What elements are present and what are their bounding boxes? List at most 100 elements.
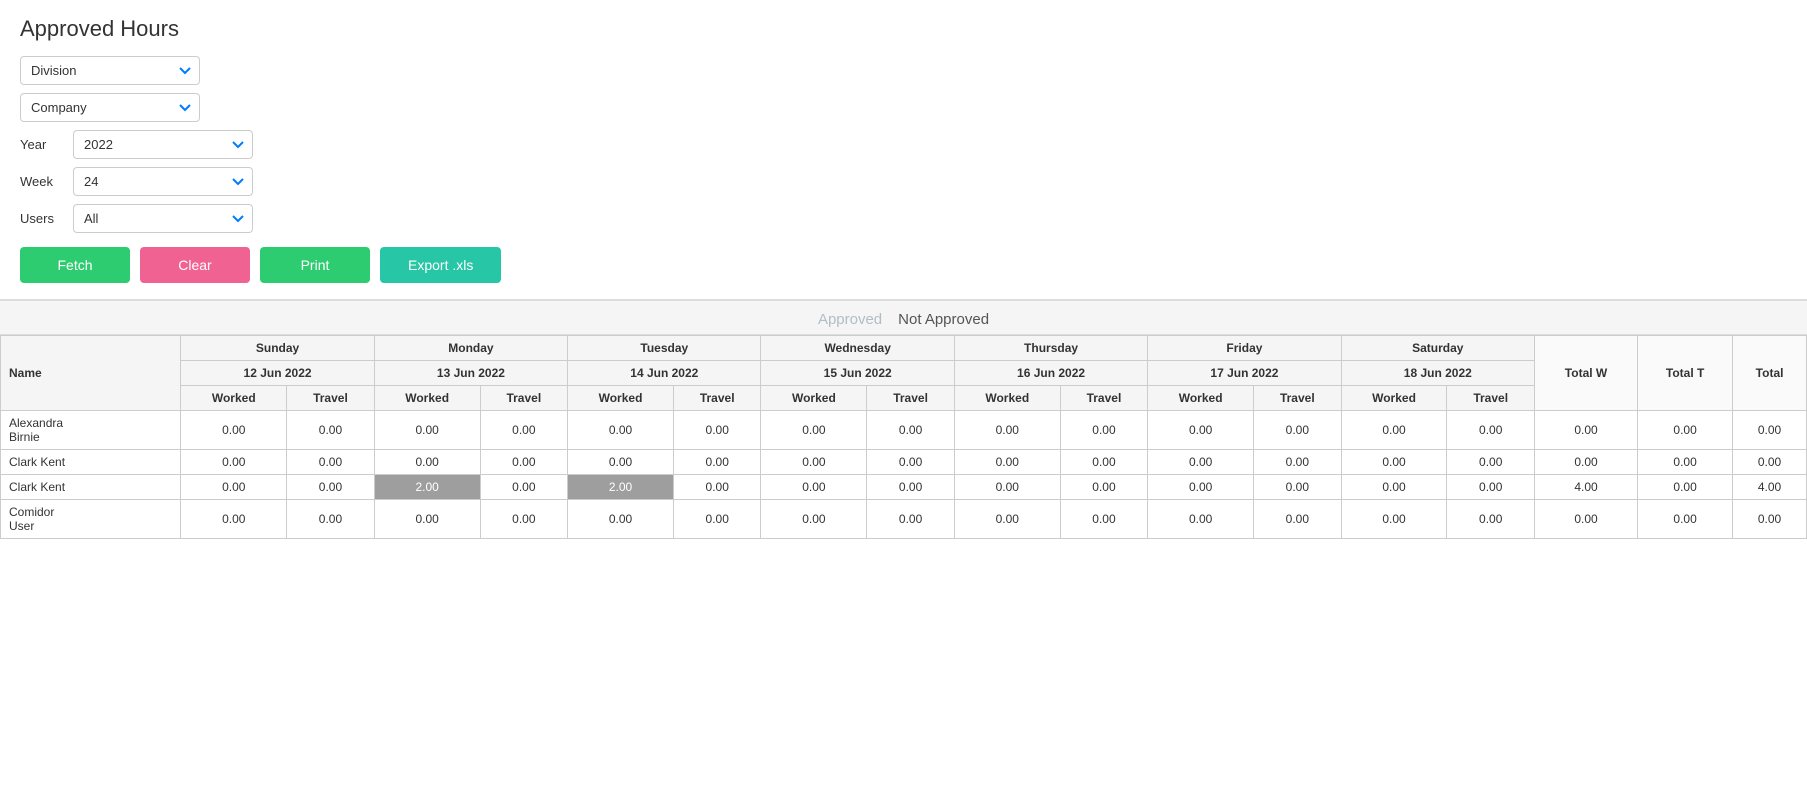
sat-worked: Worked	[1341, 386, 1447, 411]
value-cell: 0.00	[1341, 500, 1447, 539]
week-filter-group: Week 24	[20, 167, 1787, 196]
value-cell: 2.00	[568, 475, 674, 500]
week-select[interactable]: 24	[73, 167, 253, 196]
export-button[interactable]: Export .xls	[380, 247, 501, 283]
year-select[interactable]: 2022	[73, 130, 253, 159]
value-cell: 0.00	[1254, 475, 1342, 500]
total-cell: 0.00	[1638, 411, 1733, 450]
total-cell: 0.00	[1733, 500, 1807, 539]
thursday-header: Thursday	[954, 336, 1147, 361]
value-cell: 0.00	[181, 500, 287, 539]
fri-worked: Worked	[1148, 386, 1254, 411]
value-cell: 0.00	[761, 450, 867, 475]
page-title: Approved Hours	[20, 16, 1787, 42]
wed-date: 15 Jun 2022	[761, 361, 954, 386]
value-cell: 0.00	[867, 450, 955, 475]
value-cell: 0.00	[1060, 500, 1148, 539]
name-cell: Comidor User	[1, 500, 181, 539]
fetch-button[interactable]: Fetch	[20, 247, 130, 283]
value-cell: 0.00	[1148, 475, 1254, 500]
value-cell: 0.00	[1254, 411, 1342, 450]
division-select[interactable]: Division	[20, 56, 200, 85]
value-cell: 0.00	[480, 411, 568, 450]
wed-worked: Worked	[761, 386, 867, 411]
value-cell: 0.00	[1447, 475, 1535, 500]
name-cell: Clark Kent	[1, 450, 181, 475]
name-cell: Alexandra Birnie	[1, 411, 181, 450]
wednesday-header: Wednesday	[761, 336, 954, 361]
tue-worked: Worked	[568, 386, 674, 411]
value-cell: 0.00	[181, 411, 287, 450]
value-cell: 0.00	[181, 475, 287, 500]
value-cell: 0.00	[181, 450, 287, 475]
year-label: Year	[20, 137, 65, 152]
filters-row: Division Company Year 2022 Week 24	[20, 56, 1787, 233]
sun-travel: Travel	[287, 386, 375, 411]
sat-travel: Travel	[1447, 386, 1535, 411]
value-cell: 2.00	[374, 475, 480, 500]
total-cell: 0.00	[1638, 450, 1733, 475]
sat-date: 18 Jun 2022	[1341, 361, 1534, 386]
value-cell: 0.00	[954, 475, 1060, 500]
value-cell: 0.00	[867, 475, 955, 500]
tue-date: 14 Jun 2022	[568, 361, 761, 386]
monday-header: Monday	[374, 336, 567, 361]
value-cell: 0.00	[673, 500, 761, 539]
value-cell: 0.00	[1341, 411, 1447, 450]
sun-date: 12 Jun 2022	[181, 361, 374, 386]
value-cell: 0.00	[1148, 411, 1254, 450]
page-container: Approved Hours Division Company Year 202…	[0, 0, 1807, 800]
table-row: Clark Kent0.000.000.000.000.000.000.000.…	[1, 450, 1807, 475]
name-cell: Clark Kent	[1, 475, 181, 500]
value-cell: 0.00	[1060, 475, 1148, 500]
value-cell: 0.00	[287, 411, 375, 450]
value-cell: 0.00	[287, 475, 375, 500]
value-cell: 0.00	[1341, 475, 1447, 500]
value-cell: 0.00	[568, 500, 674, 539]
mon-worked: Worked	[374, 386, 480, 411]
value-cell: 0.00	[867, 500, 955, 539]
mon-travel: Travel	[480, 386, 568, 411]
value-cell: 0.00	[954, 450, 1060, 475]
value-cell: 0.00	[568, 411, 674, 450]
value-cell: 0.00	[1254, 450, 1342, 475]
fri-date: 17 Jun 2022	[1148, 361, 1341, 386]
fri-travel: Travel	[1254, 386, 1342, 411]
table-body: Alexandra Birnie0.000.000.000.000.000.00…	[1, 411, 1807, 539]
users-select[interactable]: All	[73, 204, 253, 233]
value-cell: 0.00	[480, 500, 568, 539]
company-filter-group: Company	[20, 93, 1787, 122]
tue-travel: Travel	[673, 386, 761, 411]
total-w-header: Total W	[1534, 336, 1637, 411]
total-cell: 4.00	[1534, 475, 1637, 500]
value-cell: 0.00	[954, 411, 1060, 450]
friday-header: Friday	[1148, 336, 1341, 361]
total-cell: 0.00	[1534, 450, 1637, 475]
value-cell: 0.00	[761, 475, 867, 500]
legend-row: Approved Not Approved	[0, 300, 1807, 335]
total-header: Total	[1733, 336, 1807, 411]
value-cell: 0.00	[1447, 500, 1535, 539]
value-cell: 0.00	[673, 475, 761, 500]
value-cell: 0.00	[1447, 450, 1535, 475]
year-filter-group: Year 2022	[20, 130, 1787, 159]
buttons-row: Fetch Clear Print Export .xls	[20, 247, 1787, 283]
value-cell: 0.00	[1060, 450, 1148, 475]
saturday-header: Saturday	[1341, 336, 1534, 361]
hours-table: Name Sunday Monday Tuesday Wednesday Thu…	[0, 335, 1807, 539]
value-cell: 0.00	[480, 475, 568, 500]
clear-button[interactable]: Clear	[140, 247, 250, 283]
users-filter-group: Users All	[20, 204, 1787, 233]
division-filter-group: Division	[20, 56, 1787, 85]
thu-date: 16 Jun 2022	[954, 361, 1147, 386]
value-cell: 0.00	[761, 500, 867, 539]
total-cell: 4.00	[1733, 475, 1807, 500]
company-select[interactable]: Company	[20, 93, 200, 122]
value-cell: 0.00	[1254, 500, 1342, 539]
print-button[interactable]: Print	[260, 247, 370, 283]
mon-date: 13 Jun 2022	[374, 361, 567, 386]
value-cell: 0.00	[673, 450, 761, 475]
value-cell: 0.00	[1341, 450, 1447, 475]
value-cell: 0.00	[673, 411, 761, 450]
value-cell: 0.00	[374, 500, 480, 539]
